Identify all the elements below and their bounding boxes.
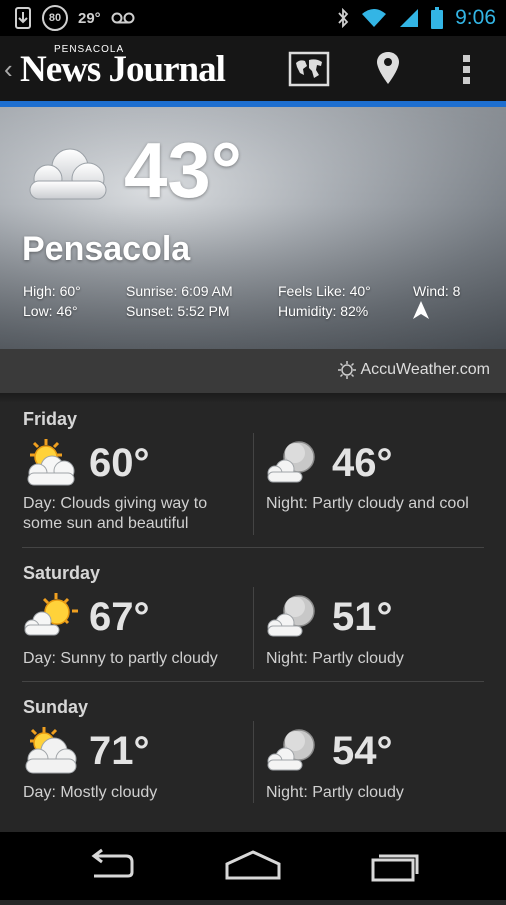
mostly-sunny-icon (22, 591, 80, 641)
divider-shadow (0, 393, 506, 403)
night-temperature: 54° (332, 729, 393, 773)
forecast-day-row: Saturday 67° Day: Sunny to partly cloudy 51… (0, 557, 506, 682)
world-map-button[interactable] (288, 51, 330, 87)
feels-like: Feels Like: 40° (278, 283, 371, 299)
night-description: Night: Partly cloudy (266, 650, 404, 667)
overflow-menu-button[interactable] (452, 51, 482, 87)
day-temperature: 67° (89, 595, 150, 639)
current-temperature: 43° (124, 126, 242, 214)
wind-direction-icon (413, 301, 429, 319)
location-pin-icon (377, 52, 399, 84)
status-right: 9:06 (337, 4, 496, 32)
day-temperature: 71° (89, 729, 150, 773)
forecast-day-row: Sunday 71° Day: Mostly cloudy 54° Night: Par… (0, 691, 506, 829)
row-divider (22, 547, 484, 548)
cloudy-icon (29, 148, 107, 200)
status-left: 80 29° (14, 5, 135, 31)
mostly-cloudy-icon (22, 725, 80, 775)
data-badge-icon: 80 (42, 5, 68, 31)
navigation-bar (0, 832, 506, 900)
attribution-text: AccuWeather.com (360, 361, 490, 378)
sunset-time: Sunset: 5:52 PM (126, 303, 230, 319)
clock: 9:06 (455, 6, 496, 29)
overflow-menu-icon (463, 55, 470, 84)
forecast-day-row: Friday 60° Day: Clouds giving way to some … (0, 403, 506, 548)
forecast-day-name: Saturday (23, 563, 101, 583)
sun-logo-icon (338, 361, 357, 379)
home-icon (225, 850, 281, 880)
day-description: Day: Clouds giving way to some sun and b… (23, 495, 208, 532)
app-logo[interactable]: PENSACOLA News Journal (20, 44, 235, 96)
bluetooth-icon (338, 8, 349, 28)
accuweather-link[interactable]: AccuWeather.com (338, 361, 490, 379)
world-map-icon (288, 51, 330, 87)
status-bar: 80 29° 9:06 (0, 0, 506, 36)
nav-back-button[interactable] (72, 832, 152, 900)
wind-speed: Wind: 8 (413, 283, 461, 299)
attribution-bar: AccuWeather.com (0, 349, 506, 393)
day-description: Day: Mostly cloudy (23, 784, 158, 801)
day-description: Day: Sunny to partly cloudy (23, 650, 218, 667)
signal-icon (400, 9, 419, 27)
download-icon (15, 7, 31, 29)
night-description: Night: Partly cloudy (266, 784, 404, 801)
nav-recent-apps-button[interactable] (355, 832, 435, 900)
forecast-day-name: Sunday (23, 697, 89, 717)
status-temperature: 29° (78, 9, 101, 27)
column-divider (253, 587, 254, 669)
current-conditions: 43° Pensacola High: 60° Low: 46° Sunrise… (0, 107, 506, 349)
humidity: Humidity: 82% (278, 303, 369, 319)
night-description: Night: Partly cloudy and cool (266, 495, 469, 512)
back-icon (91, 848, 134, 878)
recent-apps-icon (371, 854, 419, 882)
night-temperature: 51° (332, 595, 393, 639)
high-temp: High: 60° (23, 283, 81, 299)
logo-title: News Journal (20, 49, 226, 90)
wifi-icon (362, 9, 387, 27)
night-temperature: 46° (332, 441, 393, 485)
voicemail-icon (111, 12, 135, 24)
column-divider (253, 721, 254, 803)
nav-home-button[interactable] (213, 832, 293, 900)
column-divider (253, 433, 254, 535)
location-button[interactable] (373, 50, 403, 88)
partly-cloudy-night-icon (265, 591, 323, 641)
row-divider (22, 681, 484, 682)
day-temperature: 60° (89, 441, 150, 485)
partly-sunny-icon (22, 437, 80, 487)
partly-cloudy-night-icon (265, 725, 323, 775)
low-temp: Low: 46° (23, 303, 78, 319)
forecast-day-name: Friday (23, 409, 78, 429)
city-name: Pensacola (22, 230, 191, 268)
back-chevron-icon[interactable]: ‹ (4, 56, 13, 82)
battery-icon (431, 7, 444, 29)
sunrise-time: Sunrise: 6:09 AM (126, 283, 233, 299)
partly-cloudy-night-icon (265, 437, 323, 487)
